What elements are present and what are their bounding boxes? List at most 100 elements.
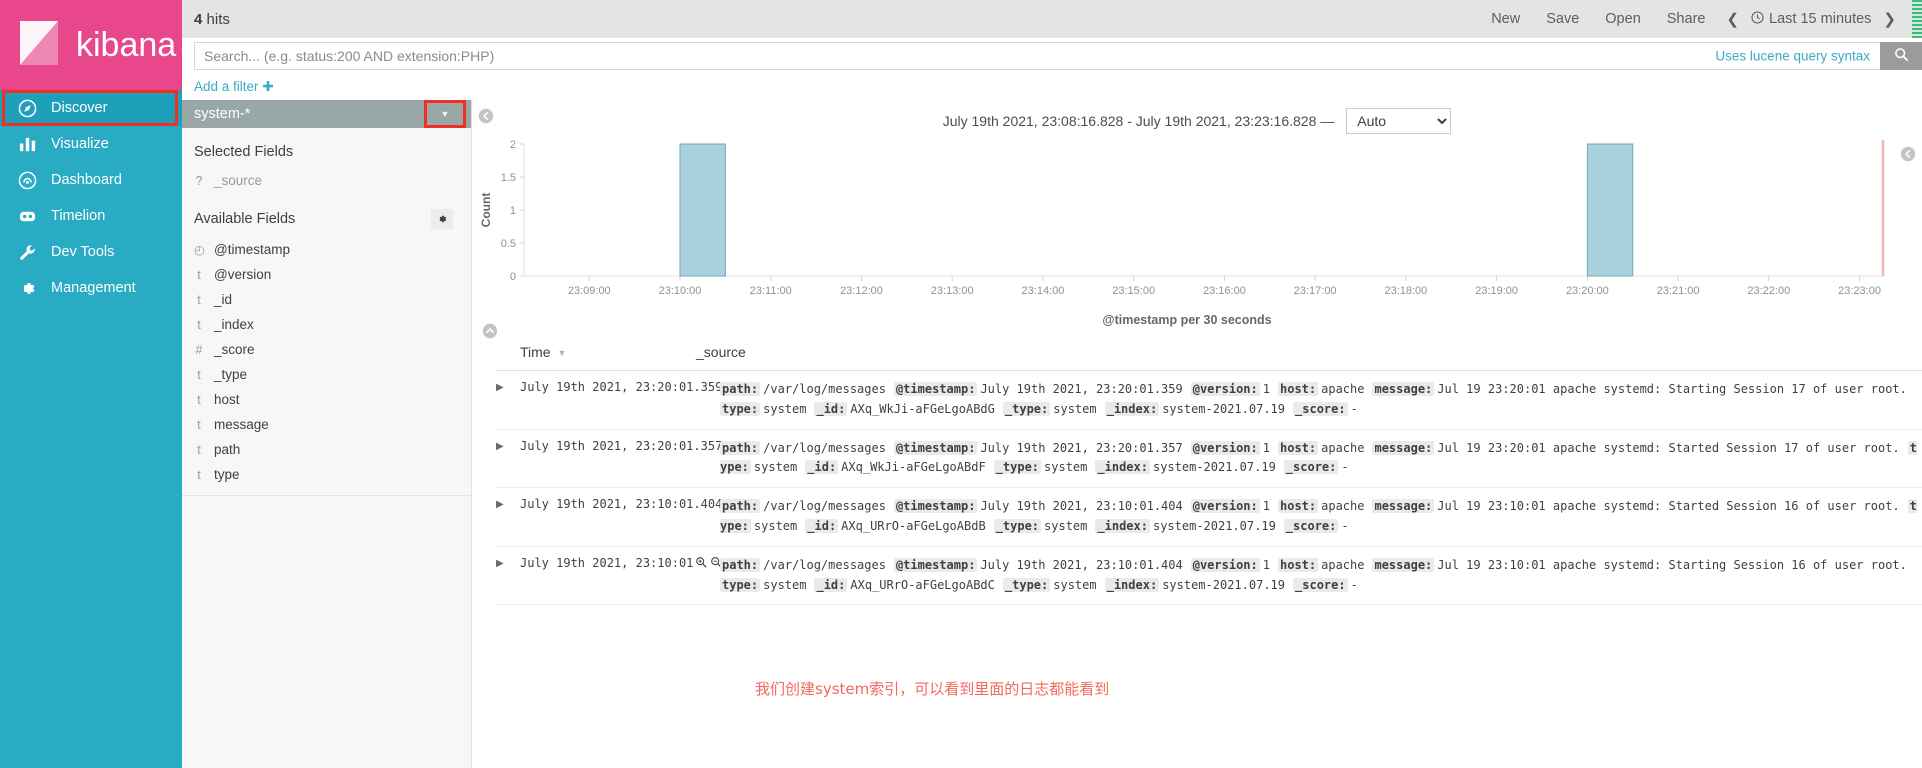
selected-field-source[interactable]: ? _source: [182, 168, 471, 193]
collapse-sidebar-left-icon[interactable]: [478, 108, 494, 127]
field-name: path: [214, 442, 241, 457]
table-row[interactable]: ▶ July 19th 2021, 23:10:01.404 path:/var/l…: [496, 488, 1922, 547]
field-item-path[interactable]: t path: [182, 437, 471, 462]
source-field-value: -: [1350, 577, 1358, 592]
source-field-key: @timestamp:: [893, 382, 978, 396]
source-field-value: system-2021.07.19: [1152, 460, 1276, 475]
index-pattern-selector[interactable]: system-* ▼: [182, 100, 471, 128]
histogram-chart[interactable]: 0 0.5 1 1.5 2 Count 23:09:00 23:10:00 23:11:00 23…: [472, 136, 1922, 339]
field-type-icon: t: [197, 467, 201, 482]
chart-header: July 19th 2021, 23:08:16.828 - July 19th…: [472, 100, 1922, 162]
interval-select[interactable]: Auto Millisecond Second Minute Hourly Da…: [1346, 108, 1452, 134]
field-item-timestamp[interactable]: ◴ @timestamp: [182, 237, 471, 262]
source-field-value: /var/log/messages: [763, 440, 886, 455]
histogram-svg[interactable]: 0 0.5 1 1.5 2 Count 23:09:00 23:10:00 23:11:00 23…: [472, 136, 1892, 311]
new-button[interactable]: New: [1478, 11, 1533, 27]
kibana-logo-text: kibana: [76, 25, 177, 64]
top-actions: New Save Open Share ❮ Last 15 minutes ❯: [1478, 10, 1912, 28]
source-field-key: _type:: [993, 460, 1042, 475]
svg-text:23:22:00: 23:22:00: [1747, 285, 1790, 297]
source-field-key: _index:: [1095, 518, 1150, 533]
field-item-message[interactable]: t message: [182, 412, 471, 437]
expand-row-icon[interactable]: ▶: [496, 556, 520, 596]
sidebar-item-dashboard[interactable]: Dashboard: [0, 162, 182, 198]
source-field-value: system: [1044, 460, 1088, 475]
open-button[interactable]: Open: [1592, 11, 1653, 27]
source-field-key: type:: [720, 401, 761, 416]
row-source-cell: path:/var/log/messages @timestamp: July 19…: [720, 439, 1922, 479]
field-settings-gear-icon[interactable]: [431, 209, 453, 229]
search-button[interactable]: [1880, 42, 1922, 70]
timelion-icon: [17, 206, 37, 226]
source-field-key: _type:: [1002, 577, 1051, 592]
source-field-value: Jul 19 23:10:01 apache systemd: Starting…: [1437, 557, 1907, 572]
table-row[interactable]: ▶ July 19th 2021, 23:10:01 path:/var/log/m…: [496, 547, 1922, 606]
collapse-chart-icon[interactable]: [482, 323, 498, 342]
source-field-key: path:: [720, 557, 761, 572]
share-button[interactable]: Share: [1654, 11, 1719, 27]
expand-row-icon[interactable]: ▶: [496, 439, 520, 479]
sidebar-item-dev-tools[interactable]: Dev Tools: [0, 234, 182, 270]
clock-icon: [1751, 10, 1764, 28]
source-field-key: @version:: [1190, 499, 1260, 514]
source-field-key: _index:: [1104, 577, 1160, 592]
field-item-score[interactable]: # _score: [182, 337, 471, 362]
lucene-syntax-link[interactable]: Uses lucene query syntax: [1715, 49, 1870, 64]
source-field-value: apache: [1321, 557, 1365, 572]
field-item-type-meta[interactable]: t _type: [182, 362, 471, 387]
source-field-key: message:: [1372, 499, 1435, 514]
source-field-key: host:: [1278, 440, 1319, 455]
content-body: system-* ▼ Selected Fields ? _source Ava…: [182, 100, 1922, 768]
sidebar-item-visualize[interactable]: Visualize: [0, 126, 182, 162]
field-item-version[interactable]: t @version: [182, 262, 471, 287]
index-pattern-dropdown-icon[interactable]: ▼: [424, 100, 466, 128]
kibana-logo[interactable]: kibana: [0, 0, 182, 90]
table-row[interactable]: ▶ July 19th 2021, 23:20:01.359 path:/var/l…: [496, 371, 1922, 430]
source-field-key: host:: [1278, 557, 1319, 572]
field-name: _type: [214, 367, 248, 382]
field-item-index[interactable]: t _index: [182, 312, 471, 337]
field-item-id[interactable]: t _id: [182, 287, 471, 312]
source-field-key: _score:: [1283, 460, 1339, 475]
table-row[interactable]: ▶ July 19th 2021, 23:20:01.357 path:/var/l…: [496, 430, 1922, 489]
field-type-icon: ?: [195, 173, 203, 188]
expand-row-icon[interactable]: ▶: [496, 497, 520, 537]
sidebar-item-label: Management: [51, 280, 136, 296]
add-filter-button[interactable]: Add a filter ✚: [194, 79, 274, 95]
time-prev-icon[interactable]: ❮: [1718, 10, 1747, 28]
sidebar-item-timelion[interactable]: Timelion: [0, 198, 182, 234]
expand-row-icon[interactable]: ▶: [496, 380, 520, 420]
sidebar-item-management[interactable]: Management: [0, 270, 182, 306]
svg-text:23:18:00: 23:18:00: [1384, 285, 1427, 297]
column-header-time[interactable]: Time ▼: [496, 344, 696, 360]
top-bar: 4 hits New Save Open Share ❮ Last 15 min…: [182, 0, 1922, 38]
svg-text:2: 2: [510, 139, 516, 151]
time-range-label: Last 15 minutes: [1769, 11, 1872, 27]
svg-text:23:21:00: 23:21:00: [1657, 285, 1700, 297]
source-field-key: message:: [1372, 382, 1435, 396]
time-picker-button[interactable]: Last 15 minutes: [1747, 10, 1875, 28]
field-item-type[interactable]: t type: [182, 462, 471, 487]
kibana-app: kibana Discover Visualize Dashboard Time: [0, 0, 1922, 768]
zoom-in-filter-icon[interactable]: [695, 556, 708, 572]
svg-text:23:12:00: 23:12:00: [840, 285, 883, 297]
save-button[interactable]: Save: [1533, 11, 1592, 27]
sort-caret-icon[interactable]: ▼: [557, 348, 566, 358]
search-input[interactable]: [194, 42, 1880, 70]
source-field-key: host:: [1278, 499, 1319, 514]
source-field-value: 1: [1262, 557, 1270, 572]
sidebar-item-discover[interactable]: Discover: [0, 90, 182, 126]
column-header-time-label: Time: [520, 344, 551, 360]
source-field-value: system: [763, 401, 807, 416]
index-pattern-label: system-*: [194, 106, 251, 122]
compass-icon: [17, 98, 37, 118]
source-field-key: _id:: [805, 460, 839, 475]
source-field-value: Jul 19 23:20:01 apache systemd: Starting…: [1437, 382, 1907, 396]
row-timestamp: July 19th 2021, 23:20:01.357: [520, 438, 723, 453]
source-field-key: host:: [1278, 382, 1319, 396]
scrollbar-indicator[interactable]: [1912, 0, 1922, 38]
field-name: host: [214, 392, 240, 407]
time-next-icon[interactable]: ❯: [1875, 10, 1904, 28]
field-item-host[interactable]: t host: [182, 387, 471, 412]
hits-count: 4: [194, 10, 203, 28]
